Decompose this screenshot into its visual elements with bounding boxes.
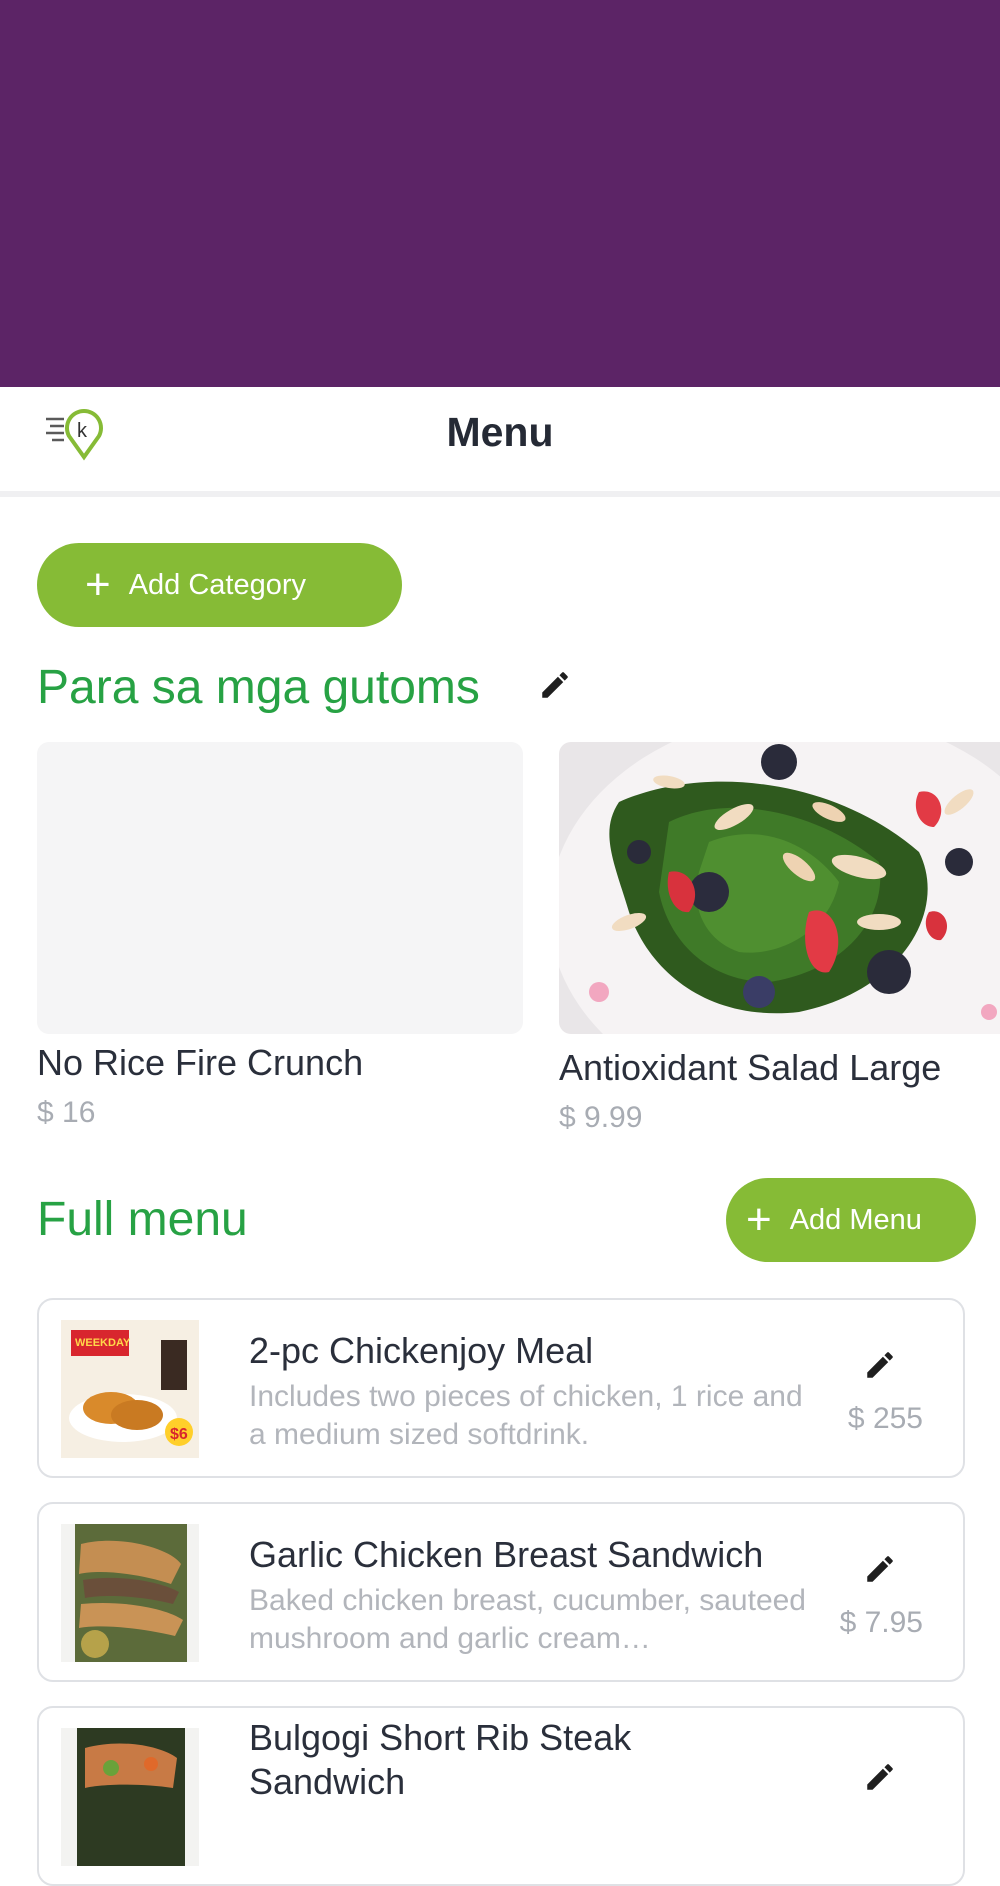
menu-item[interactable]: Garlic Chicken Breast Sandwich Baked chi… [37, 1502, 965, 1682]
full-menu-title: Full menu [37, 1193, 248, 1246]
item-name: Garlic Chicken Breast Sandwich [249, 1534, 764, 1575]
page-title: Menu [446, 409, 554, 455]
edit-item-icon[interactable] [863, 1760, 897, 1794]
item-description: Baked chicken breast, cucumber, sauteed … [249, 1584, 806, 1655]
salad-photo [549, 712, 1000, 1112]
edit-category-icon[interactable] [538, 668, 572, 702]
category-card[interactable]: No Rice Fire Crunch $ 16 [37, 742, 523, 1130]
menu-item[interactable]: WEEKDAY $6 2-pc Chickenjoy Meal Includes… [37, 1298, 965, 1478]
card-image-placeholder [37, 742, 523, 1034]
category-card[interactable]: Antioxidant Salad Large $ 9.99 [549, 712, 1000, 1135]
edit-item-icon[interactable] [863, 1348, 897, 1382]
card-name: No Rice Fire Crunch [37, 1042, 364, 1083]
item-thumbnail [61, 1728, 199, 1866]
item-price: $ 7.95 [839, 1606, 923, 1639]
app-bar: k Menu [0, 387, 1000, 497]
add-menu-button[interactable]: + Add Menu [726, 1178, 976, 1262]
item-thumbnail: WEEKDAY $6 [61, 1320, 199, 1458]
svg-text:WEEKDAY: WEEKDAY [75, 1337, 131, 1349]
add-category-label: Add Category [128, 568, 307, 601]
card-name: Antioxidant Salad Large [559, 1047, 942, 1088]
item-description: Includes two pieces of chicken, 1 rice a… [249, 1380, 803, 1451]
item-thumbnail [61, 1524, 199, 1662]
plus-icon: + [746, 1195, 772, 1244]
item-price: $ 255 [847, 1402, 923, 1435]
card-price: $ 16 [37, 1096, 96, 1129]
plus-icon: + [85, 560, 111, 609]
item-name: Bulgogi Short Rib Steak Sandwich [249, 1717, 632, 1802]
top-banner [0, 0, 1000, 387]
card-price: $ 9.99 [559, 1101, 643, 1134]
menu-item[interactable]: Bulgogi Short Rib Steak Sandwich [37, 1706, 965, 1886]
edit-item-icon[interactable] [863, 1552, 897, 1586]
svg-text:$6: $6 [170, 1426, 188, 1443]
category-title: Para sa mga gutoms [37, 661, 480, 714]
add-category-button[interactable]: + Add Category [37, 543, 402, 627]
add-menu-label: Add Menu [789, 1203, 922, 1236]
item-name: 2-pc Chickenjoy Meal [249, 1330, 594, 1371]
